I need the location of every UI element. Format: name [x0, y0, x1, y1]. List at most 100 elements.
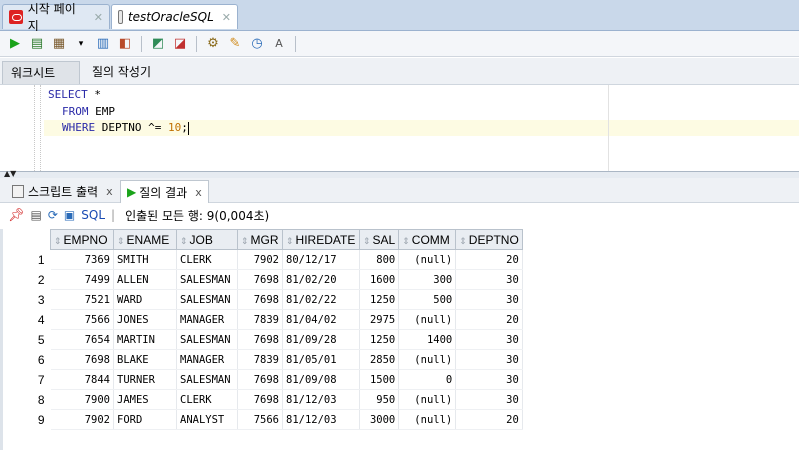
table-row[interactable]: 5 7654 MARTIN SALESMAN 7698 81/09/28 1250 1400 3… — [4, 329, 523, 350]
table-cell[interactable]: 7566 — [50, 309, 114, 330]
table-cell[interactable]: 30 — [455, 369, 523, 390]
close-icon[interactable]: x — [106, 185, 113, 198]
table-cell[interactable]: (null) — [398, 309, 457, 330]
run-statement-icon[interactable]: ▶ — [6, 35, 24, 53]
autotrace-icon[interactable]: ◧ — [116, 35, 134, 53]
table-cell[interactable]: MARTIN — [113, 329, 177, 350]
table-cell[interactable]: WARD — [113, 289, 177, 310]
sort-icon[interactable]: ⇕ — [363, 236, 371, 246]
close-icon[interactable]: x — [195, 186, 202, 199]
table-cell[interactable]: MANAGER — [176, 349, 238, 370]
table-cell[interactable]: 30 — [455, 389, 523, 410]
table-cell[interactable]: 7839 — [237, 349, 283, 370]
table-cell[interactable]: 81/12/03 — [282, 409, 360, 430]
table-cell[interactable]: (null) — [398, 409, 457, 430]
table-cell[interactable]: 7369 — [50, 249, 114, 270]
tab-worksheet[interactable]: 워크시트 — [2, 61, 80, 84]
commit-transaction-icon[interactable]: ◩ — [149, 35, 167, 53]
tab-query-builder[interactable]: 질의 작성기 — [84, 61, 159, 83]
table-cell[interactable]: 7839 — [237, 309, 283, 330]
export-icon[interactable]: ▣ — [64, 208, 75, 222]
table-cell[interactable]: ANALYST — [176, 409, 238, 430]
table-cell[interactable]: SALESMAN — [176, 369, 238, 390]
table-cell[interactable]: JONES — [113, 309, 177, 330]
table-cell[interactable]: SALESMAN — [176, 269, 238, 290]
result-grid[interactable]: ⇕ EMPNO ⇕ ENAME ⇕ JOB ⇕ MGR ⇕ HIREDATE ⇕ SAL ⇕… — [4, 229, 523, 430]
column-header-job[interactable]: ⇕ JOB — [176, 229, 238, 250]
tab-query-result[interactable]: ▶ 질의 결과 x — [120, 180, 209, 203]
table-cell[interactable]: 81/12/03 — [282, 389, 360, 410]
sql-link[interactable]: SQL — [81, 208, 105, 222]
print-icon[interactable]: ▤ — [31, 208, 42, 222]
table-cell[interactable]: 2850 — [359, 349, 400, 370]
table-cell[interactable]: 300 — [398, 269, 457, 290]
table-cell[interactable]: MANAGER — [176, 309, 238, 330]
table-row[interactable]: 6 7698 BLAKE MANAGER 7839 81/05/01 2850 (null) 3… — [4, 349, 523, 370]
column-header-comm[interactable]: ⇕ COMM — [398, 229, 457, 250]
sql-editor[interactable]: SELECT * FROM EMP WHERE DEPTNO ^= 10; — [0, 85, 799, 171]
table-cell[interactable]: 81/09/08 — [282, 369, 360, 390]
dropdown-arrow-icon[interactable]: ▾ — [72, 35, 90, 53]
column-header-ename[interactable]: ⇕ ENAME — [113, 229, 177, 250]
table-cell[interactable]: 3000 — [359, 409, 400, 430]
table-cell[interactable]: 7902 — [50, 409, 114, 430]
clear-icon[interactable]: ✎ — [226, 35, 244, 53]
table-cell[interactable]: CLERK — [176, 389, 238, 410]
table-cell[interactable]: CLERK — [176, 249, 238, 270]
table-cell[interactable]: 30 — [455, 329, 523, 350]
table-cell[interactable]: 7698 — [237, 369, 283, 390]
table-cell[interactable]: 500 — [398, 289, 457, 310]
tab-start-page[interactable]: 시작 페이지 ✕ — [2, 2, 110, 33]
sort-icon[interactable]: ⇕ — [459, 236, 467, 246]
table-cell[interactable]: 81/02/22 — [282, 289, 360, 310]
table-cell[interactable]: SALESMAN — [176, 329, 238, 350]
table-row[interactable]: 4 7566 JONES MANAGER 7839 81/04/02 2975 (null) 2… — [4, 309, 523, 330]
format-icon[interactable]: A — [270, 35, 288, 53]
sort-icon[interactable]: ⇕ — [54, 236, 62, 246]
table-cell[interactable]: 7521 — [50, 289, 114, 310]
column-header-empno[interactable]: ⇕ EMPNO — [50, 229, 114, 250]
table-cell[interactable]: 80/12/17 — [282, 249, 360, 270]
sort-icon[interactable]: ⇕ — [286, 236, 294, 246]
table-cell[interactable]: (null) — [398, 389, 457, 410]
table-cell[interactable]: 2975 — [359, 309, 400, 330]
history-icon[interactable]: ◷ — [248, 35, 266, 53]
table-cell[interactable]: 20 — [455, 249, 523, 270]
tab-script-output[interactable]: 스크립트 출력 x — [6, 180, 119, 202]
collapse-arrows-icon[interactable]: ▲▼ — [4, 169, 16, 178]
table-cell[interactable]: 7698 — [237, 329, 283, 350]
table-cell[interactable]: 81/05/01 — [282, 349, 360, 370]
run-script-icon[interactable]: ▤ — [28, 35, 46, 53]
table-cell[interactable]: 30 — [455, 269, 523, 290]
table-cell[interactable]: JAMES — [113, 389, 177, 410]
table-row[interactable]: 1 7369 SMITH CLERK 7902 80/12/17 800 (null) 20 — [4, 249, 523, 270]
table-row[interactable]: 3 7521 WARD SALESMAN 7698 81/02/22 1250 500 30 — [4, 289, 523, 310]
column-header-mgr[interactable]: ⇕ MGR — [237, 229, 283, 250]
sort-icon[interactable]: ⇕ — [180, 236, 188, 246]
table-row[interactable]: 2 7499 ALLEN SALESMAN 7698 81/02/20 1600 300 30 — [4, 269, 523, 290]
sql-tuning-icon[interactable]: ⚙ — [204, 35, 222, 53]
table-cell[interactable]: 20 — [455, 309, 523, 330]
table-cell[interactable]: 7902 — [237, 249, 283, 270]
commit-icon[interactable]: ▦ — [50, 35, 68, 53]
table-cell[interactable]: 7698 — [237, 289, 283, 310]
table-row[interactable]: 7 7844 TURNER SALESMAN 7698 81/09/08 1500 0 30 — [4, 369, 523, 390]
table-cell[interactable]: 7900 — [50, 389, 114, 410]
table-cell[interactable]: TURNER — [113, 369, 177, 390]
tab-test-oracle-sql[interactable]: testOracleSQL ✕ — [111, 4, 238, 29]
explain-plan-icon[interactable]: ▥ — [94, 35, 112, 53]
table-cell[interactable]: ALLEN — [113, 269, 177, 290]
table-cell[interactable]: 81/02/20 — [282, 269, 360, 290]
table-cell[interactable]: (null) — [398, 249, 457, 270]
sort-icon[interactable]: ⇕ — [241, 236, 249, 246]
table-cell[interactable]: 1500 — [359, 369, 400, 390]
close-icon[interactable]: ✕ — [222, 11, 231, 24]
column-header-hiredate[interactable]: ⇕ HIREDATE — [282, 229, 360, 250]
column-header-deptno[interactable]: ⇕ DEPTNO — [455, 229, 523, 250]
table-cell[interactable]: BLAKE — [113, 349, 177, 370]
table-cell[interactable]: 81/09/28 — [282, 329, 360, 350]
refresh-icon[interactable]: ⟳ — [48, 208, 58, 222]
table-cell[interactable]: 30 — [455, 349, 523, 370]
table-cell[interactable]: (null) — [398, 349, 457, 370]
table-cell[interactable]: SMITH — [113, 249, 177, 270]
